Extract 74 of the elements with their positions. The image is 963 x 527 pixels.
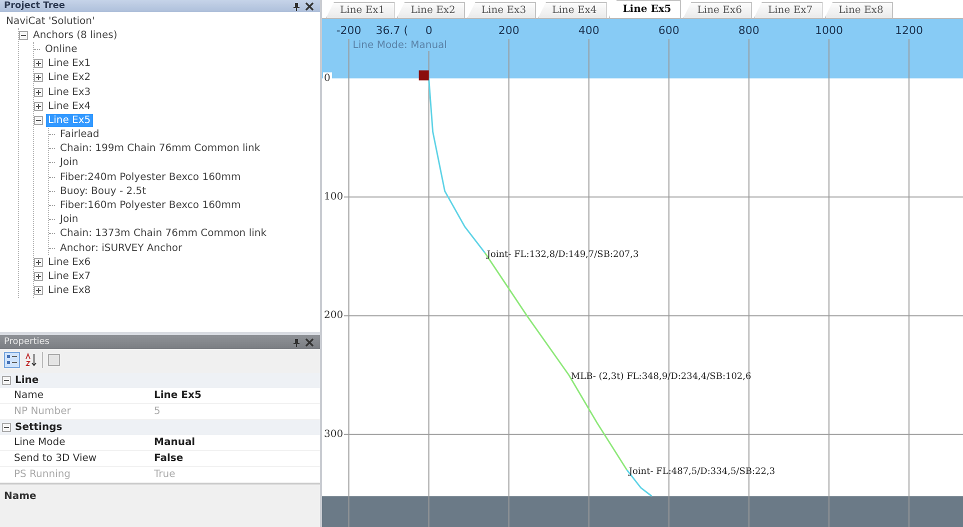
- pin-icon[interactable]: [292, 2, 301, 10]
- property-name: Line Mode: [14, 437, 66, 448]
- property-name: NP Number: [14, 406, 72, 417]
- point-label: Joint- FL:487,5/D:334,5/SB:22,3: [628, 467, 776, 478]
- tree-item[interactable]: Line Ex7: [46, 270, 93, 283]
- x-tick-label: 400: [578, 24, 600, 37]
- tree-item[interactable]: Chain: 1373m Chain 76mm Common link: [58, 227, 269, 240]
- expand-icon[interactable]: [34, 102, 43, 111]
- x-tick-label: 600: [658, 24, 680, 37]
- x-tick-label: 1200: [894, 24, 923, 37]
- collapse-icon[interactable]: [2, 376, 11, 385]
- property-name: Send to 3D View: [14, 453, 98, 464]
- tree-item[interactable]: Line Ex2: [46, 71, 93, 84]
- expand-icon[interactable]: [34, 59, 43, 68]
- tab[interactable]: Line Ex6: [683, 2, 752, 18]
- property-name: PS Running: [14, 469, 72, 480]
- line-mode-text: Line Mode: Manual: [352, 40, 447, 51]
- collapse-icon[interactable]: [2, 423, 11, 432]
- close-icon[interactable]: [305, 338, 314, 346]
- expand-icon[interactable]: [34, 73, 43, 82]
- tree-item[interactable]: Line Ex6: [46, 256, 93, 269]
- y-tick-label: 300: [324, 428, 344, 440]
- expand-icon[interactable]: [34, 286, 43, 296]
- tree-item[interactable]: Join: [58, 213, 80, 226]
- tree-item[interactable]: Join: [58, 156, 80, 170]
- expand-icon[interactable]: [34, 88, 43, 97]
- panel-title: Project Tree: [4, 1, 65, 11]
- point-label: MLB- (2,3t) FL:348,9/D:234,4/SB:102,6: [570, 372, 752, 382]
- y-tick-label: 200: [324, 310, 344, 322]
- tab[interactable]: Line Ex5: [608, 0, 682, 18]
- x-tick-label: 0: [425, 24, 432, 37]
- panel-title: Properties: [4, 337, 50, 347]
- x-tick-label: 1000: [814, 24, 843, 37]
- tab[interactable]: Line Ex7: [754, 2, 823, 18]
- tab[interactable]: Line Ex4: [538, 2, 607, 18]
- property-value[interactable]: Manual: [154, 437, 320, 448]
- sort-icon[interactable]: [23, 352, 39, 368]
- tree-item[interactable]: Line Ex4: [46, 100, 93, 113]
- y-tick-label: 100: [324, 192, 344, 203]
- x-tick-label: -200: [336, 24, 362, 37]
- collapse-icon[interactable]: [19, 30, 28, 40]
- y-tick-label: 0: [324, 72, 330, 84]
- tree-item[interactable]: Fiber:160m Polyester Bexco 160mm: [58, 199, 243, 212]
- tab[interactable]: Line Ex1: [326, 2, 395, 18]
- pin-icon[interactable]: [292, 338, 301, 346]
- point-label: Joint- FL:132,8/D:149,7/SB:207,3: [486, 250, 639, 260]
- tree-item[interactable]: Anchor: iSURVEY Anchor: [58, 242, 184, 255]
- tree-item[interactable]: Fiber:240m Polyester Bexco 160mm: [58, 170, 243, 184]
- close-icon[interactable]: [305, 2, 314, 10]
- categorized-icon[interactable]: [4, 352, 20, 368]
- tab[interactable]: Line Ex8: [824, 2, 894, 18]
- category-label: Line: [15, 375, 39, 386]
- tree-item[interactable]: Line Ex1: [46, 57, 93, 70]
- x-tick-label: 200: [498, 24, 520, 37]
- tree-item[interactable]: NaviCat 'Solution': [4, 14, 97, 28]
- tab[interactable]: Line Ex3: [467, 2, 536, 18]
- x-tick-label: 800: [738, 24, 760, 37]
- tree-item[interactable]: Buoy: Bouy - 2.5t: [58, 184, 148, 198]
- tree-item[interactable]: Chain: 199m Chain 76mm Common link: [58, 142, 262, 156]
- expand-icon[interactable]: [34, 272, 43, 281]
- tree-item[interactable]: Online: [43, 42, 80, 56]
- collapse-icon[interactable]: [34, 116, 43, 125]
- category-label: Settings: [15, 422, 62, 433]
- tree-item[interactable]: Line Ex3: [46, 86, 93, 99]
- tree-item[interactable]: Line Ex8: [46, 284, 93, 298]
- tab[interactable]: Line Ex2: [396, 2, 466, 18]
- expand-icon[interactable]: [34, 258, 43, 267]
- property-value[interactable]: Line Ex5: [154, 390, 320, 401]
- property-value[interactable]: False: [154, 453, 320, 464]
- tree-item[interactable]: Fairlead: [58, 128, 102, 142]
- property-name: Name: [14, 390, 45, 401]
- cursor-readout: 36.7 (: [376, 24, 408, 37]
- tree-item[interactable]: Anchors (8 lines): [31, 28, 120, 42]
- description-title: Name: [4, 491, 36, 502]
